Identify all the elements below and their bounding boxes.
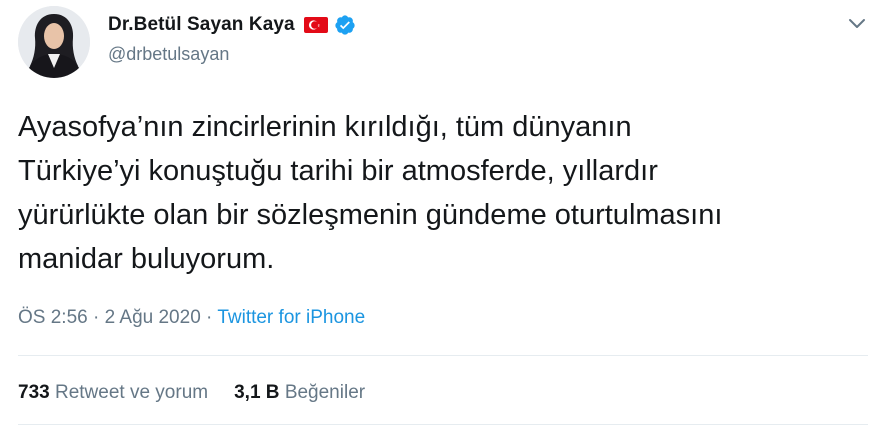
retweets-stat[interactable]: 733 Retweet ve yorum (18, 382, 208, 403)
avatar[interactable] (18, 6, 90, 78)
tweet-stats: 733 Retweet ve yorum 3,1 B Beğeniler (18, 382, 365, 404)
name-row: Dr.Betül Sayan Kaya (108, 12, 356, 38)
verified-badge-icon (334, 14, 356, 36)
retweets-count: 733 (18, 382, 50, 403)
tweet-time[interactable]: ÖS 2:56 (18, 307, 88, 328)
display-name[interactable]: Dr.Betül Sayan Kaya (108, 14, 295, 36)
divider (18, 355, 868, 356)
likes-stat[interactable]: 3,1 B Beğeniler (234, 382, 365, 403)
tweet-text: Ayasofya’nın zincirlerinin kırıldığı, tü… (18, 111, 723, 275)
tweet-card: Dr.Betül Sayan Kaya @drbetulsayan Ayasof… (0, 0, 882, 430)
meta-separator: · (200, 307, 218, 328)
turkey-flag-icon (303, 17, 328, 33)
likes-label: Beğeniler (284, 382, 366, 403)
chevron-down-icon[interactable] (846, 12, 868, 34)
retweets-label: Retweet ve yorum (54, 382, 209, 403)
tweet-date[interactable]: 2 Ağu 2020 (105, 307, 201, 328)
divider (18, 424, 868, 425)
avatar-image (18, 6, 90, 78)
author-header: Dr.Betül Sayan Kaya @drbetulsayan (108, 12, 356, 65)
tweet-source-link[interactable]: Twitter for iPhone (217, 307, 365, 328)
tweet-meta: ÖS 2:56 · 2 Ağu 2020 · Twitter for iPhon… (18, 307, 365, 329)
likes-count: 3,1 B (234, 382, 280, 403)
handle[interactable]: @drbetulsayan (108, 44, 356, 65)
meta-separator: · (87, 307, 105, 328)
